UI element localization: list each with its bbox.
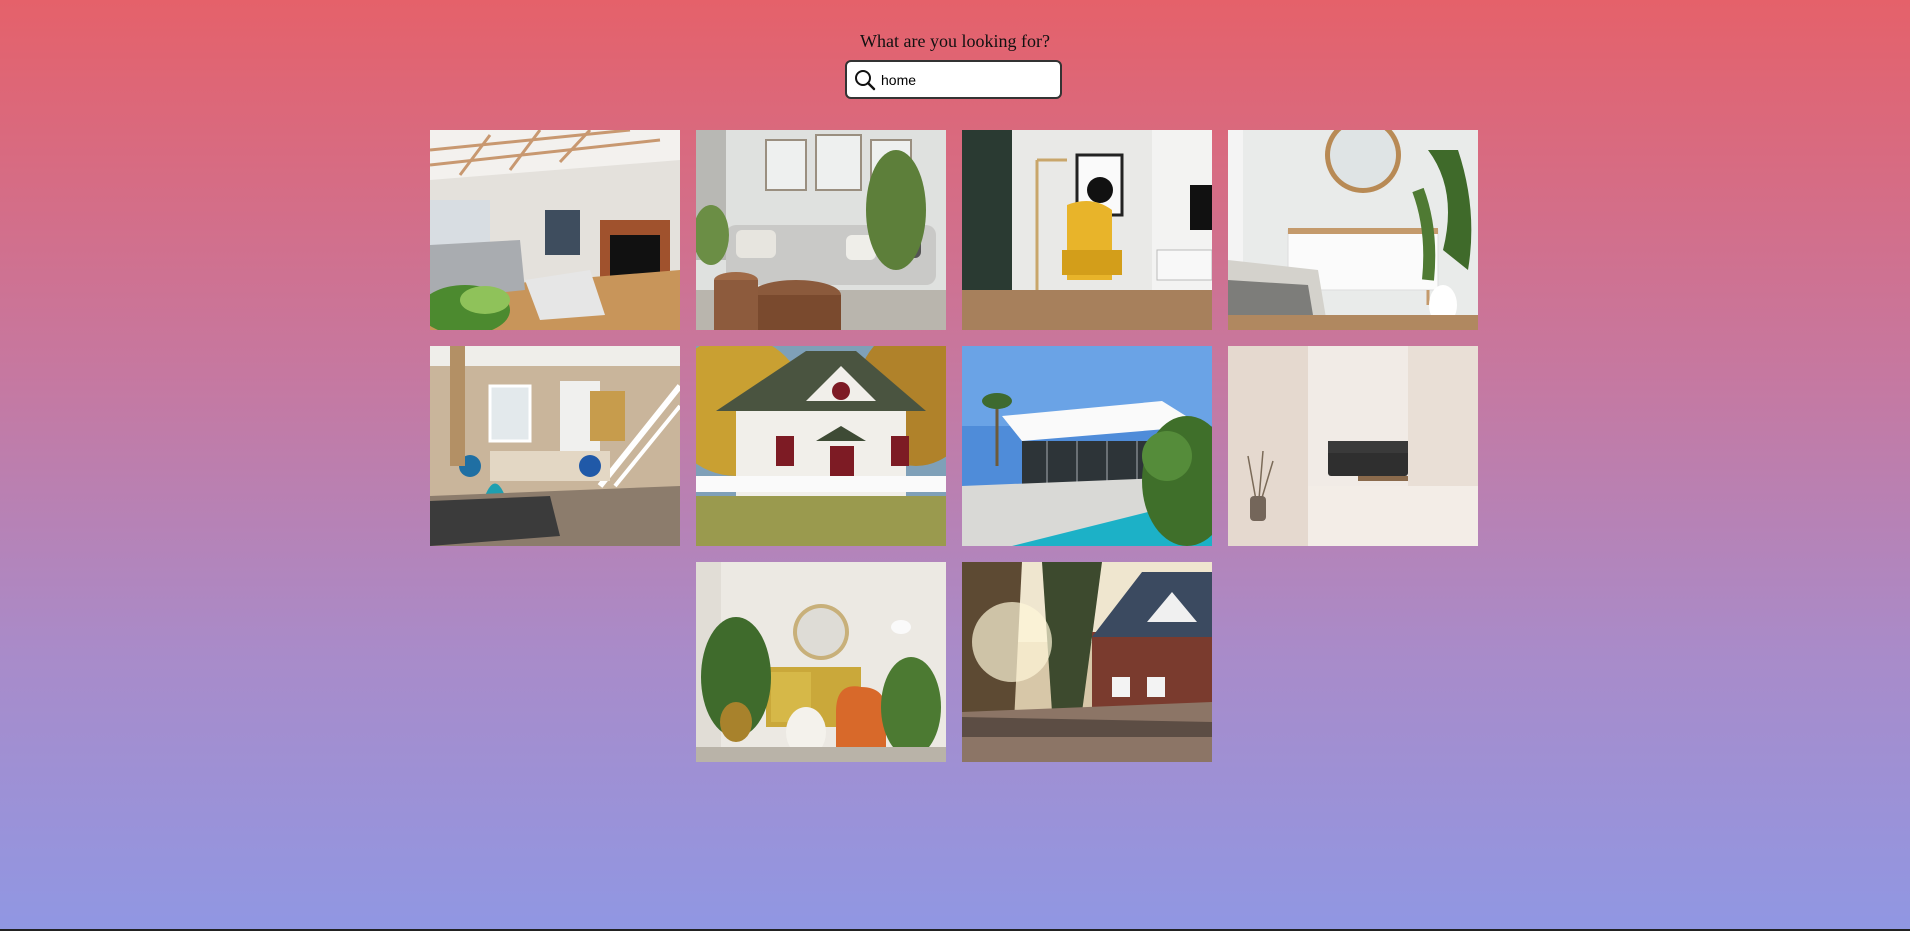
result-image-1[interactable] [430,130,680,330]
result-image-3[interactable] [962,130,1212,330]
search-prompt: What are you looking for? [860,31,1050,51]
result-image-5[interactable] [430,346,680,546]
result-image-10[interactable] [962,562,1212,762]
minimal-black-sofa-image [1228,346,1478,546]
bedroom-dresser-image [1228,130,1478,330]
result-image-4[interactable] [1228,130,1478,330]
result-image-2[interactable] [696,130,946,330]
result-image-7[interactable] [962,346,1212,546]
search-box[interactable] [845,60,1062,99]
living-room-fireplace-image [430,130,680,330]
result-image-8[interactable] [1228,346,1478,546]
search-input[interactable] [881,64,1051,95]
result-image-9[interactable] [696,562,946,762]
modern-house-pool-image [962,346,1212,546]
search-icon [853,68,877,92]
white-house-fence-image [696,346,946,546]
grey-sofa-image [696,130,946,330]
result-image-6[interactable] [696,346,946,546]
brick-house-forest-image [962,562,1212,762]
open-living-room-image [430,346,680,546]
search-header: What are you looking for? [0,30,1910,52]
yellow-armchair-image [962,130,1212,330]
orange-armchair-image [696,562,946,762]
